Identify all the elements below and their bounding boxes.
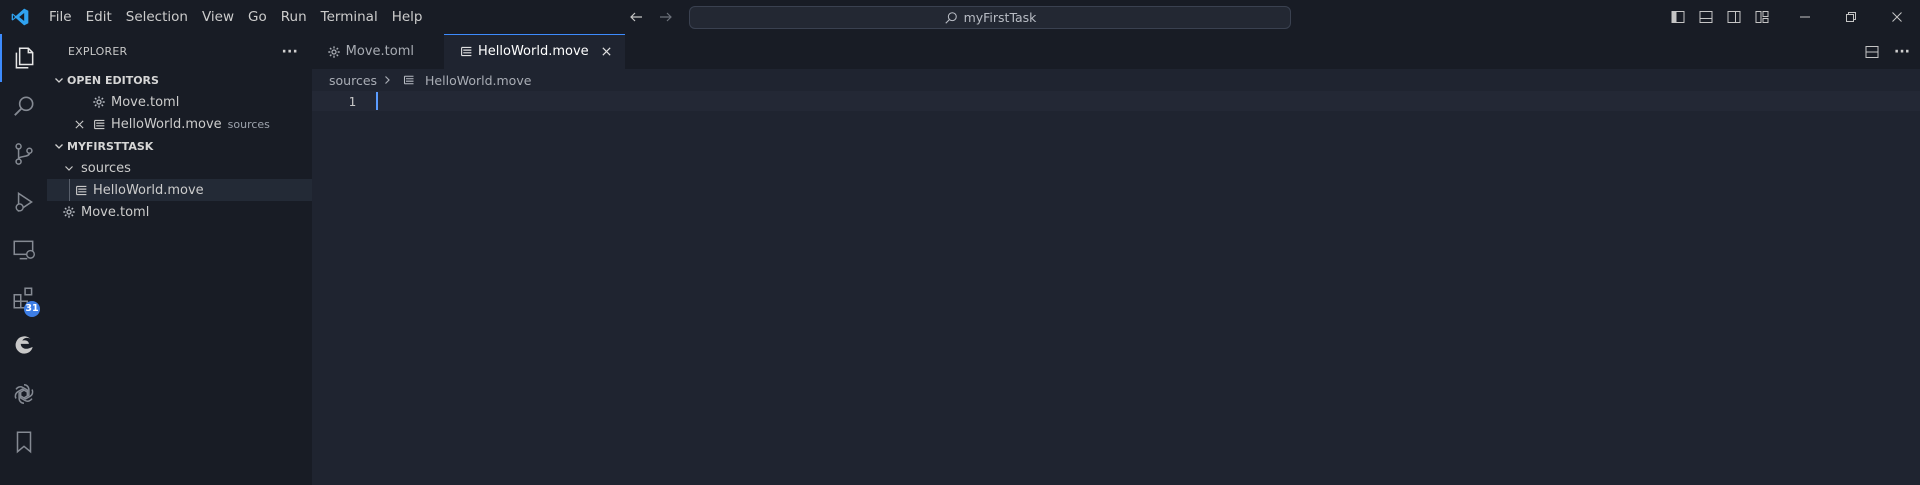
panel-layout-icon bbox=[1699, 11, 1713, 23]
extensions-badge: 31 bbox=[24, 301, 40, 317]
remote-explorer-icon bbox=[12, 240, 35, 260]
open-editor-item[interactable]: HelloWorld.move sources bbox=[47, 113, 312, 135]
file-name: Move.toml bbox=[81, 204, 150, 220]
tree-file-move-toml[interactable]: Move.toml bbox=[47, 201, 312, 223]
breadcrumb-file[interactable]: HelloWorld.move bbox=[425, 73, 531, 88]
explorer-header: EXPLORER ··· bbox=[47, 34, 312, 69]
tree-file-helloworld[interactable]: HelloWorld.move bbox=[47, 179, 312, 201]
activity-remote-explorer[interactable] bbox=[0, 226, 47, 274]
back-arrow-icon[interactable] bbox=[628, 9, 644, 25]
close-editor-icon[interactable] bbox=[71, 116, 87, 132]
gear-icon bbox=[91, 94, 107, 110]
open-editor-item[interactable]: Move.toml bbox=[47, 91, 312, 113]
editor-actions: ··· bbox=[1864, 34, 1910, 69]
window-controls bbox=[1664, 0, 1920, 34]
menu-go[interactable]: Go bbox=[241, 0, 274, 34]
explorer-title: EXPLORER bbox=[68, 45, 128, 58]
activity-explorer[interactable] bbox=[0, 34, 47, 82]
close-icon bbox=[1892, 12, 1902, 22]
close-window-button[interactable] bbox=[1874, 0, 1920, 34]
file-lines-icon bbox=[91, 116, 107, 132]
breadcrumb: sources HelloWorld.move bbox=[312, 69, 1920, 91]
editor-area: Move.toml HelloWorld.move ··· sources He… bbox=[312, 34, 1920, 485]
chevron-right-icon bbox=[385, 76, 390, 84]
restore-icon bbox=[1846, 12, 1856, 22]
open-editor-name: Move.toml bbox=[111, 94, 180, 110]
open-editor-name: HelloWorld.move bbox=[111, 116, 222, 132]
minimize-button[interactable] bbox=[1782, 0, 1828, 34]
tab-helloworld-move[interactable]: HelloWorld.move bbox=[444, 34, 625, 69]
activity-chatgpt[interactable] bbox=[0, 370, 47, 418]
customize-layout-button[interactable] bbox=[1748, 0, 1776, 34]
project-section-header[interactable]: MYFIRSTTASK bbox=[47, 135, 312, 157]
title-bar: File Edit Selection View Go Run Terminal… bbox=[0, 0, 1920, 34]
project-label: MYFIRSTTASK bbox=[67, 139, 154, 153]
menu-edit[interactable]: Edit bbox=[79, 0, 119, 34]
chevron-down-icon bbox=[61, 160, 77, 176]
menu-view[interactable]: View bbox=[195, 0, 241, 34]
gear-icon bbox=[61, 204, 77, 220]
menu-bar: File Edit Selection View Go Run Terminal… bbox=[42, 0, 429, 34]
vscode-logo-icon[interactable] bbox=[10, 7, 30, 27]
forward-arrow-icon[interactable] bbox=[658, 9, 674, 25]
code-line-current[interactable]: 1 bbox=[312, 91, 1920, 111]
line-number: 1 bbox=[348, 93, 356, 109]
split-editor-icon[interactable] bbox=[1864, 44, 1880, 60]
gear-icon bbox=[326, 44, 342, 60]
toggle-secondary-sidebar-button[interactable] bbox=[1720, 0, 1748, 34]
file-lines-icon bbox=[458, 44, 474, 60]
breadcrumb-folder[interactable]: sources bbox=[329, 73, 377, 88]
edge-icon bbox=[15, 336, 33, 354]
toggle-panel-button[interactable] bbox=[1692, 0, 1720, 34]
source-control-icon bbox=[14, 143, 33, 165]
activity-bar: 31 bbox=[0, 34, 47, 485]
bookmark-icon bbox=[16, 431, 31, 454]
activity-search[interactable] bbox=[0, 82, 47, 130]
open-editors-label: OPEN EDITORS bbox=[67, 73, 159, 87]
activity-extensions[interactable]: 31 bbox=[0, 274, 47, 322]
close-tab-icon[interactable] bbox=[599, 44, 615, 60]
tree-folder-sources[interactable]: sources bbox=[47, 157, 312, 179]
menu-terminal[interactable]: Terminal bbox=[314, 0, 385, 34]
activity-bookmarks[interactable] bbox=[0, 418, 47, 466]
customize-layout-icon bbox=[1755, 11, 1769, 23]
more-actions-icon[interactable]: ··· bbox=[1894, 44, 1910, 60]
tab-label: Move.toml bbox=[345, 44, 414, 59]
navigation-arrows bbox=[628, 0, 674, 34]
activity-source-control[interactable] bbox=[0, 130, 47, 178]
more-actions-icon[interactable]: ··· bbox=[281, 44, 298, 60]
text-cursor bbox=[376, 92, 378, 110]
file-lines-icon bbox=[73, 182, 89, 198]
command-center-text: myFirstTask bbox=[963, 10, 1037, 25]
activity-run-debug[interactable] bbox=[0, 178, 47, 226]
open-editors-section-header[interactable]: OPEN EDITORS bbox=[47, 69, 312, 91]
sidebar-right-layout-icon bbox=[1727, 11, 1741, 23]
open-editor-description: sources bbox=[227, 117, 270, 131]
search-icon bbox=[944, 11, 957, 24]
toggle-primary-sidebar-button[interactable] bbox=[1664, 0, 1692, 34]
folder-name: sources bbox=[81, 160, 131, 176]
openai-icon bbox=[14, 384, 33, 404]
indent-guide bbox=[69, 179, 70, 201]
activity-edge-devtools[interactable] bbox=[0, 322, 47, 370]
sidebar-left-layout-icon bbox=[1671, 11, 1685, 23]
menu-selection[interactable]: Selection bbox=[119, 0, 195, 34]
search-icon bbox=[13, 96, 33, 116]
editor-tabs: Move.toml HelloWorld.move ··· bbox=[312, 34, 1920, 69]
explorer-sidebar: EXPLORER ··· OPEN EDITORS Move.toml Hell… bbox=[47, 34, 312, 485]
menu-help[interactable]: Help bbox=[385, 0, 430, 34]
chevron-down-icon bbox=[51, 138, 67, 154]
menu-run[interactable]: Run bbox=[274, 0, 314, 34]
run-debug-icon bbox=[14, 191, 33, 213]
file-name: HelloWorld.move bbox=[93, 182, 204, 198]
command-center-search[interactable]: myFirstTask bbox=[689, 6, 1291, 29]
file-lines-icon bbox=[401, 72, 417, 88]
chevron-down-icon bbox=[51, 72, 67, 88]
minimize-icon bbox=[1800, 16, 1810, 18]
restore-button[interactable] bbox=[1828, 0, 1874, 34]
tab-move-toml[interactable]: Move.toml bbox=[312, 34, 424, 69]
menu-file[interactable]: File bbox=[42, 0, 79, 34]
tab-label: HelloWorld.move bbox=[478, 44, 589, 59]
files-icon bbox=[15, 47, 33, 69]
